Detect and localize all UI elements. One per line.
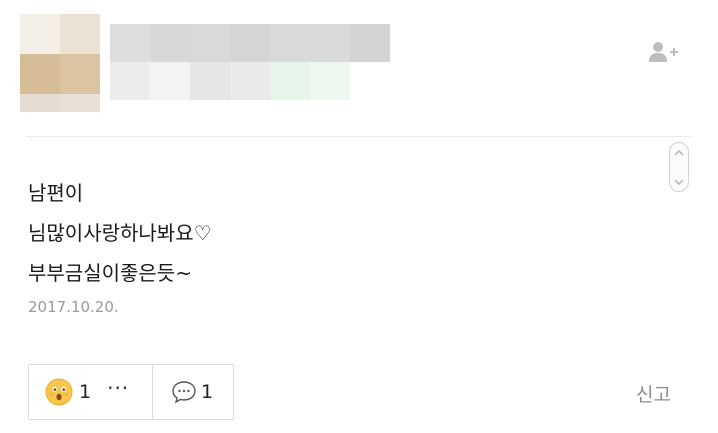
reaction-button[interactable]: 1 ··· xyxy=(29,365,153,419)
blurred-author-info xyxy=(110,24,390,100)
scrollbar-thumb[interactable] xyxy=(669,142,689,192)
post-line: 님많이사랑하나봐요♡ xyxy=(28,221,212,245)
report-button[interactable]: 신고 xyxy=(636,380,671,407)
comment-count: 1 xyxy=(201,381,214,403)
action-bar: 1 ··· 1 xyxy=(28,364,234,420)
reaction-count: 1 xyxy=(79,381,92,403)
avatar[interactable] xyxy=(20,14,100,112)
follow-button[interactable] xyxy=(646,38,682,66)
header-divider xyxy=(26,136,692,137)
speech-bubble-icon xyxy=(172,381,196,404)
comment-button[interactable]: 1 xyxy=(153,365,233,419)
post-date: 2017.10.20. xyxy=(28,298,119,316)
post-line: 남편이 xyxy=(28,181,84,205)
more-reactions-button[interactable]: ··· xyxy=(107,378,129,398)
chevron-up-icon xyxy=(674,150,684,156)
post-line: 부부금실이좋은듯~ xyxy=(28,261,192,285)
add-user-icon xyxy=(649,42,678,62)
surprised-emoji-icon xyxy=(45,378,73,406)
chevron-down-icon xyxy=(674,179,684,185)
post-content: 남편이 님많이사랑하나봐요♡ 부부금실이좋은듯~ xyxy=(28,173,212,293)
